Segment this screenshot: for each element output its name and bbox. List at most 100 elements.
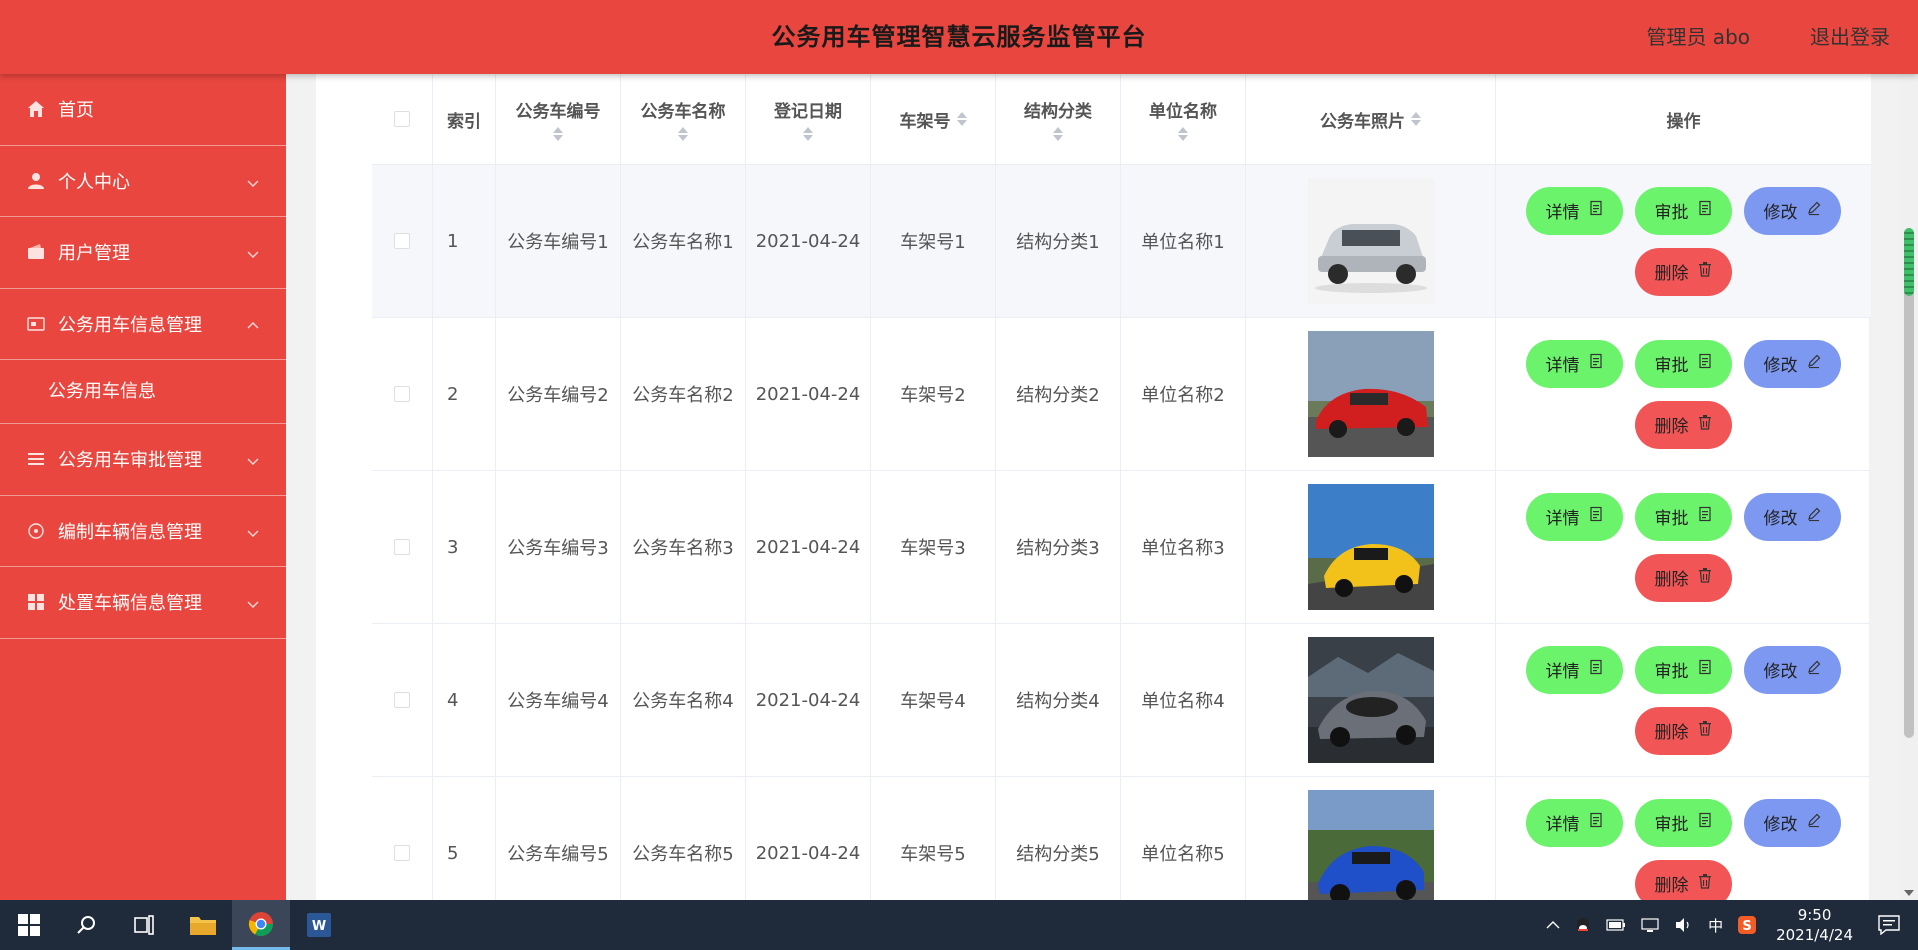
column-header-name[interactable]: 公务车名称 — [621, 74, 746, 164]
approve-button[interactable]: 审批 — [1635, 645, 1732, 694]
windows-start-icon[interactable] — [0, 900, 58, 950]
row-checkbox[interactable] — [394, 845, 410, 861]
trash-icon — [1689, 414, 1713, 435]
row-checkbox[interactable] — [394, 539, 410, 555]
approve-button[interactable]: 审批 — [1635, 339, 1732, 388]
row-checkbox[interactable] — [394, 386, 410, 402]
cell-frame: 车架号3 — [871, 471, 996, 623]
cell-unit: 单位名称2 — [1121, 318, 1246, 470]
detail-button[interactable]: 详情 — [1526, 645, 1623, 694]
scrollbar-thumb[interactable] — [1904, 228, 1914, 738]
edit-button[interactable]: 修改 — [1744, 798, 1841, 847]
sort-icon[interactable] — [956, 111, 967, 127]
notification-icon[interactable] — [1878, 915, 1900, 935]
sidebar-item-label: 公务用车信息管理 — [58, 314, 202, 336]
word-icon[interactable]: W — [290, 900, 348, 950]
vertical-scrollbar[interactable] — [1900, 74, 1918, 900]
sidebar-item-disposal-vehicle-management[interactable]: 处置车辆信息管理 — [0, 567, 286, 639]
search-icon[interactable] — [58, 900, 116, 950]
car-photo[interactable] — [1307, 484, 1434, 610]
sidebar-item-label: 首页 — [58, 100, 94, 122]
sidebar-item-car-approval-management[interactable]: 公务用车审批管理 — [0, 424, 286, 496]
sort-icon[interactable] — [678, 126, 688, 142]
file-explorer-icon[interactable] — [174, 900, 232, 950]
current-user-label[interactable]: 管理员 abo — [1646, 0, 1750, 74]
network-icon[interactable] — [1640, 917, 1660, 933]
delete-button[interactable]: 删除 — [1635, 400, 1732, 449]
select-all-checkbox[interactable] — [394, 111, 410, 127]
card-icon — [26, 314, 46, 334]
row-checkbox[interactable] — [394, 233, 410, 249]
delete-button[interactable]: 删除 — [1635, 706, 1732, 755]
column-header-unit[interactable]: 单位名称 — [1121, 74, 1246, 164]
sort-icon[interactable] — [1178, 126, 1188, 142]
scroll-down-arrow-icon[interactable] — [1904, 890, 1914, 896]
detail-button[interactable]: 详情 — [1526, 492, 1623, 541]
main-content: 索引 公务车编号 公务车名称 登记日期 车架号 结构分类 单位名称 公务车照片 … — [286, 74, 1918, 930]
edit-button[interactable]: 修改 — [1744, 492, 1841, 541]
svg-text:S: S — [1742, 919, 1751, 934]
approve-button[interactable]: 审批 — [1635, 186, 1732, 235]
page-title: 公务用车管理智慧云服务监管平台 — [771, 23, 1147, 51]
detail-button[interactable]: 详情 — [1526, 339, 1623, 388]
car-photo[interactable] — [1307, 331, 1434, 457]
battery-icon[interactable] — [1606, 919, 1626, 931]
sidebar-item-user-management[interactable]: 用户管理 — [0, 217, 286, 289]
approve-button[interactable]: 审批 — [1635, 798, 1732, 847]
column-header-frame[interactable]: 车架号 — [871, 74, 996, 164]
chrome-icon[interactable] — [232, 900, 290, 950]
trash-icon — [1689, 873, 1713, 894]
cell-photo — [1246, 318, 1496, 470]
cell-photo — [1246, 471, 1496, 623]
sort-icon[interactable] — [1411, 111, 1421, 127]
taskbar-clock[interactable]: 9:50 2021/4/24 — [1776, 905, 1853, 945]
cell-ops: 详情 审批 修改 删除 — [1496, 471, 1871, 623]
clock-date: 2021/4/24 — [1776, 926, 1853, 944]
logout-button[interactable]: 退出登录 — [1810, 0, 1890, 74]
sidebar-item-car-info-management[interactable]: 公务用车信息管理 — [0, 289, 286, 360]
document-icon — [1689, 506, 1713, 527]
row-select-cell — [372, 165, 433, 317]
cell-code: 公务车编号3 — [496, 471, 621, 623]
chevron-down-icon — [246, 524, 260, 538]
trash-icon — [1689, 261, 1713, 282]
edit-button[interactable]: 修改 — [1744, 645, 1841, 694]
edit-button[interactable]: 修改 — [1744, 339, 1841, 388]
system-tray: 中 S 9:50 2021/4/24 — [1539, 900, 1918, 950]
car-photo[interactable] — [1307, 178, 1434, 304]
scrollbar-grip — [1904, 228, 1914, 296]
sidebar-item-home[interactable]: 首页 — [0, 74, 286, 146]
cell-name: 公务车名称1 — [621, 165, 746, 317]
volume-icon[interactable] — [1674, 917, 1694, 933]
qq-icon[interactable] — [1574, 916, 1592, 934]
cell-date: 2021-04-24 — [746, 165, 871, 317]
detail-button[interactable]: 详情 — [1526, 798, 1623, 847]
table-header: 索引 公务车编号 公务车名称 登记日期 车架号 结构分类 单位名称 公务车照片 … — [372, 74, 1871, 165]
sogou-icon[interactable]: S — [1737, 915, 1757, 935]
car-photo[interactable] — [1307, 790, 1434, 916]
delete-button[interactable]: 删除 — [1635, 247, 1732, 296]
sidebar-item-staffed-vehicle-management[interactable]: 编制车辆信息管理 — [0, 496, 286, 567]
sidebar-subitem-car-info[interactable]: 公务用车信息 — [0, 360, 286, 424]
sort-icon[interactable] — [1053, 126, 1063, 142]
delete-button[interactable]: 删除 — [1635, 553, 1732, 602]
ime-indicator[interactable]: 中 — [1708, 915, 1723, 936]
trash-icon — [1689, 720, 1713, 741]
edit-icon — [1798, 353, 1822, 374]
task-view-icon[interactable] — [116, 900, 174, 950]
approve-button[interactable]: 审批 — [1635, 492, 1732, 541]
edit-button[interactable]: 修改 — [1744, 186, 1841, 235]
sort-icon[interactable] — [553, 126, 563, 142]
column-header-structure[interactable]: 结构分类 — [996, 74, 1121, 164]
column-header-date[interactable]: 登记日期 — [746, 74, 871, 164]
cell-name: 公务车名称4 — [621, 624, 746, 776]
sidebar-item-personal-center[interactable]: 个人中心 — [0, 146, 286, 217]
row-checkbox[interactable] — [394, 692, 410, 708]
cell-structure: 结构分类2 — [996, 318, 1121, 470]
sort-icon[interactable] — [803, 126, 813, 142]
column-header-photo[interactable]: 公务车照片 — [1246, 74, 1496, 164]
car-photo[interactable] — [1307, 637, 1434, 763]
detail-button[interactable]: 详情 — [1526, 186, 1623, 235]
tray-expand-icon[interactable] — [1546, 920, 1560, 930]
column-header-code[interactable]: 公务车编号 — [496, 74, 621, 164]
